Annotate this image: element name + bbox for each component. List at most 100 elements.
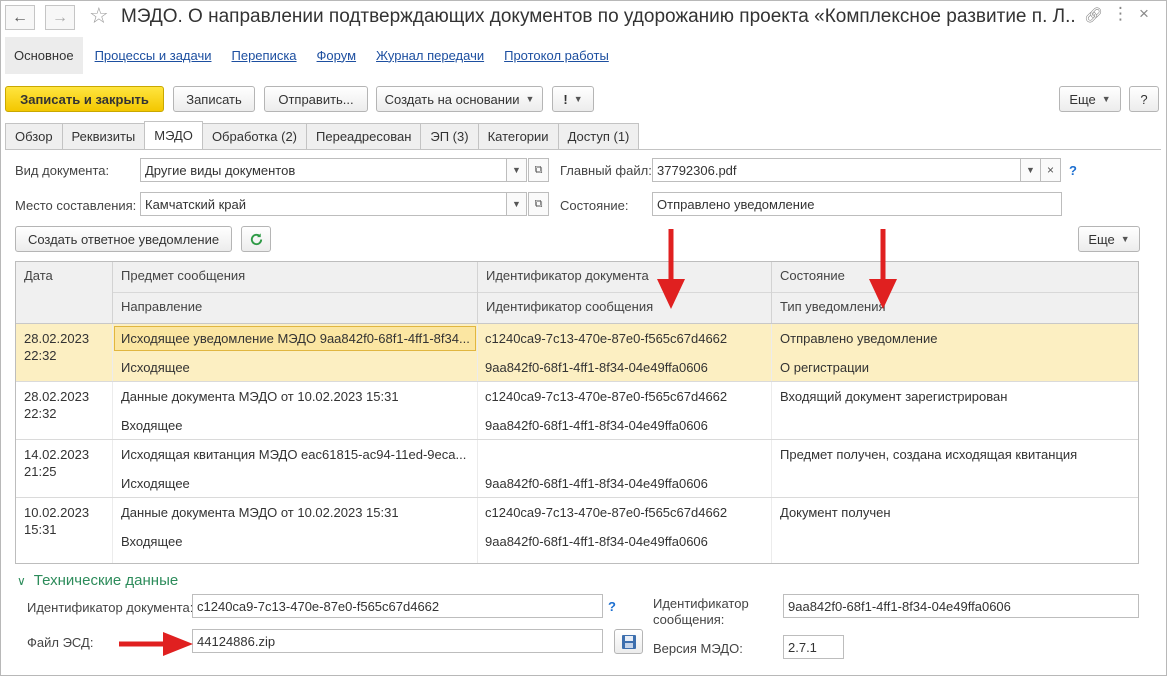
tech-section-toggle[interactable]: ∨ Технические данные — [17, 572, 178, 589]
document-window: ← → ☆ МЭДО. О направлении подтверждающих… — [0, 0, 1167, 676]
chevron-down-icon: ▼ — [1101, 94, 1111, 104]
chevron-down-icon: ▼ — [525, 94, 535, 104]
arrow-right-icon: → — [52, 8, 68, 26]
header-date[interactable]: Дата — [16, 262, 112, 323]
tech-msg-id-field[interactable]: 9aa842f0-68f1-4ff1-8f34-04e49ffa0606 — [783, 594, 1139, 618]
row-date: 14.02.2023 — [24, 447, 90, 462]
place-dropdown[interactable]: ▼ — [506, 192, 527, 216]
tab-access[interactable]: Доступ (1) — [557, 123, 640, 149]
chevron-down-icon: ▼ — [573, 94, 583, 104]
header-doc-id[interactable]: Идентификатор документа — [478, 262, 771, 292]
nav-correspondence[interactable]: Переписка — [232, 48, 297, 63]
tech-msg-id-label-line2: сообщения: — [653, 612, 725, 627]
row-time: 22:32 — [24, 348, 57, 363]
tech-doc-id-label: Идентификатор документа: — [27, 600, 194, 615]
row-doc-id: c1240ca9-7c13-470e-87e0-f565c67d4662 — [485, 505, 728, 520]
forward-button[interactable]: → — [45, 5, 75, 30]
help-button[interactable]: ? — [1129, 86, 1159, 112]
place-label: Место составления: — [15, 198, 137, 213]
importance-button[interactable]: ! ▼ — [552, 86, 594, 112]
row-doc-id: c1240ca9-7c13-470e-87e0-f565c67d4662 — [485, 331, 728, 346]
save-button[interactable]: Записать — [173, 86, 255, 112]
chevron-down-icon: ▼ — [1120, 234, 1130, 244]
create-based-on-button[interactable]: Создать на основании ▼ — [376, 86, 543, 112]
column-divider — [771, 262, 772, 323]
send-button[interactable]: Отправить... — [264, 86, 368, 112]
main-file-clear[interactable]: × — [1040, 158, 1061, 182]
main-file-dropdown[interactable]: ▼ — [1020, 158, 1041, 182]
header-msg-id[interactable]: Идентификатор сообщения — [478, 293, 771, 323]
header-notif-type[interactable]: Тип уведомления — [772, 293, 1138, 323]
nav-forum[interactable]: Форум — [317, 48, 357, 63]
row-direction: Исходящее — [121, 476, 190, 491]
refresh-icon — [250, 232, 262, 245]
tab-signatures[interactable]: ЭП (3) — [420, 123, 479, 149]
medo-version-field[interactable]: 2.7.1 — [783, 635, 844, 659]
esd-file-field[interactable]: 44124886.zip — [192, 629, 603, 653]
open-window-icon: ⧉ — [534, 163, 543, 176]
create-reply-notification-button[interactable]: Создать ответное уведомление — [15, 226, 232, 252]
header-subject[interactable]: Предмет сообщения — [113, 262, 477, 292]
tab-processing[interactable]: Обработка (2) — [201, 123, 308, 149]
column-divider — [112, 262, 113, 323]
doc-type-field[interactable]: Другие виды документов — [140, 158, 507, 182]
tab-overview[interactable]: Обзор — [5, 123, 63, 149]
chevron-down-icon: ▼ — [512, 199, 521, 209]
chevron-down-icon: ∨ — [17, 573, 26, 588]
place-open[interactable]: ⧉ — [528, 192, 549, 216]
help-icon[interactable]: ? — [1069, 163, 1077, 178]
tech-msg-id-label: Идентификатор сообщения: — [653, 596, 749, 628]
tech-section-title: Технические данные — [33, 572, 179, 589]
row-subject: Исходящая квитанция МЭДО eac61815-ac94-1… — [121, 447, 467, 462]
main-file-field[interactable]: 37792306.pdf — [652, 158, 1021, 182]
favorite-star-icon[interactable]: ☆ — [89, 3, 109, 29]
row-state: Предмет получен, создана исходящая квита… — [780, 447, 1078, 462]
row-subject: Данные документа МЭДО от 10.02.2023 15:3… — [121, 505, 399, 520]
help-icon[interactable]: ? — [608, 599, 616, 614]
nav-transfer-log[interactable]: Журнал передачи — [376, 48, 484, 63]
back-button[interactable]: ← — [5, 5, 35, 30]
save-and-close-button[interactable]: Записать и закрыть — [5, 86, 164, 112]
doc-type-dropdown[interactable]: ▼ — [506, 158, 527, 182]
link-icon[interactable]: 🔗︎ — [1084, 6, 1103, 24]
close-icon[interactable]: × — [1139, 4, 1149, 24]
table-more-label: Еще — [1088, 231, 1115, 247]
tech-doc-id-field[interactable]: c1240ca9-7c13-470e-87e0-f565c67d4662 — [192, 594, 603, 618]
header-state[interactable]: Состояние — [772, 262, 1138, 292]
nav-main[interactable]: Основное — [5, 36, 83, 74]
row-subject: Данные документа МЭДО от 10.02.2023 15:3… — [121, 389, 399, 404]
more-label: Еще — [1069, 91, 1096, 107]
more-button[interactable]: Еще ▼ — [1059, 86, 1121, 112]
floppy-disk-icon — [621, 634, 636, 649]
medo-version-label: Версия МЭДО: — [653, 641, 743, 656]
doc-type-open[interactable]: ⧉ — [528, 158, 549, 182]
nav-processes[interactable]: Процессы и задачи — [95, 48, 212, 63]
row-direction: Исходящее — [121, 360, 190, 375]
tab-medo[interactable]: МЭДО — [144, 121, 203, 149]
save-file-button[interactable] — [614, 629, 643, 654]
arrow-left-icon: ← — [12, 8, 28, 26]
tab-bar: Обзор Реквизиты МЭДО Обработка (2) Переа… — [5, 121, 640, 149]
open-window-icon: ⧉ — [534, 197, 543, 210]
place-field[interactable]: Камчатский край — [140, 192, 507, 216]
table-more-button[interactable]: Еще ▼ — [1078, 226, 1140, 252]
main-file-label: Главный файл: — [560, 163, 652, 178]
esd-file-label: Файл ЭСД: — [27, 635, 94, 650]
header-direction[interactable]: Направление — [113, 293, 477, 323]
row-date: 28.02.2023 — [24, 331, 90, 346]
messages-table[interactable]: Дата Предмет сообщения Направление Идент… — [15, 261, 1139, 564]
chevron-down-icon: ▼ — [512, 165, 521, 175]
row-doc-id: c1240ca9-7c13-470e-87e0-f565c67d4662 — [485, 389, 728, 404]
tab-details[interactable]: Реквизиты — [61, 123, 146, 149]
header-divider — [113, 292, 1138, 293]
form-navigation: Основное Процессы и задачи Переписка Фор… — [5, 36, 629, 74]
refresh-button[interactable] — [241, 226, 271, 252]
row-subject: Исходящее уведомление МЭДО 9aa842f0-68f1… — [121, 331, 470, 346]
menu-icon[interactable]: ⋮ — [1112, 4, 1129, 24]
row-direction: Входящее — [121, 418, 183, 433]
tab-categories[interactable]: Категории — [477, 123, 559, 149]
nav-work-protocol[interactable]: Протокол работы — [504, 48, 609, 63]
state-field: Отправлено уведомление — [652, 192, 1062, 216]
row-state: Отправлено уведомление — [780, 331, 938, 346]
tab-redirected[interactable]: Переадресован — [306, 123, 422, 149]
